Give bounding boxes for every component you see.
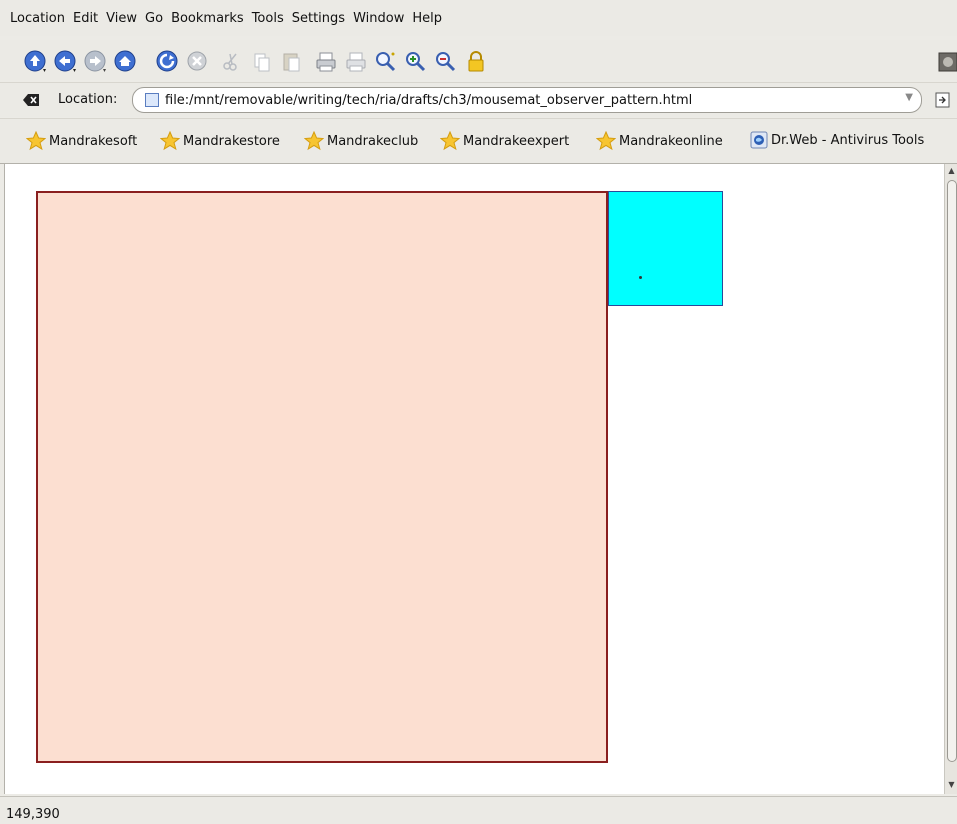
cut-icon[interactable]	[218, 48, 246, 76]
bookmark-mandrakestore[interactable]: Mandrakestore	[160, 131, 280, 151]
bookmark-mandrakesoft[interactable]: Mandrakesoft	[26, 131, 137, 151]
reload-icon[interactable]	[154, 48, 182, 76]
location-url[interactable]: file:/mnt/removable/writing/tech/ria/dra…	[165, 93, 692, 108]
cursor-dot	[639, 276, 642, 279]
home-icon[interactable]	[112, 48, 140, 76]
throbber-icon	[934, 48, 957, 76]
menu-location[interactable]: Location	[10, 11, 65, 26]
bookmark-drweb[interactable]: Dr.Web - Antivirus Tools	[750, 131, 924, 149]
zoom-in-icon[interactable]	[402, 48, 430, 76]
copy-icon[interactable]	[248, 48, 276, 76]
star-icon	[26, 131, 46, 151]
bookmark-mandrakeexpert[interactable]: Mandrakeexpert	[440, 131, 569, 151]
scroll-thumb[interactable]	[947, 180, 957, 762]
bookmark-label: Mandrakesoft	[49, 133, 138, 149]
back-icon[interactable]	[52, 48, 80, 76]
main-toolbar	[0, 40, 957, 80]
location-bar: Location: file:/mnt/removable/writing/te…	[0, 82, 957, 117]
globe-icon	[750, 131, 768, 149]
page-content	[4, 164, 945, 794]
print-icon[interactable]	[312, 48, 340, 76]
page-favicon-icon	[145, 93, 159, 107]
bookmark-label: Dr.Web - Antivirus Tools	[771, 132, 925, 148]
bookmark-mandrakeonline[interactable]: Mandrakeonline	[596, 131, 723, 151]
bookmarks-toolbar: Mandrakesoft Mandrakestore Mandrakeclub …	[0, 118, 957, 164]
scroll-down-icon[interactable]: ▼	[946, 780, 957, 790]
star-icon	[160, 131, 180, 151]
star-icon	[596, 131, 616, 151]
print-preview-icon[interactable]	[342, 48, 370, 76]
bookmark-label: Mandrakeexpert	[463, 133, 570, 149]
menu-settings[interactable]: Settings	[292, 11, 345, 26]
menu-edit[interactable]: Edit	[73, 11, 98, 26]
vertical-scrollbar[interactable]: ▲ ▼	[944, 164, 957, 794]
menu-bar: Location Edit View Go Bookmarks Tools Se…	[0, 0, 957, 36]
location-label: Location:	[58, 92, 118, 107]
find-icon[interactable]	[372, 48, 400, 76]
go-icon[interactable]	[935, 91, 951, 109]
bookmark-label: Mandrakeclub	[327, 133, 419, 149]
bookmark-label: Mandrakestore	[183, 133, 280, 149]
lock-icon[interactable]	[462, 48, 490, 76]
cursor-tracker-box	[608, 191, 723, 306]
paste-icon[interactable]	[278, 48, 306, 76]
menu-help[interactable]: Help	[412, 11, 442, 26]
stop-icon[interactable]	[184, 48, 212, 76]
status-bar: 149,390	[0, 796, 957, 824]
star-icon	[440, 131, 460, 151]
chevron-down-icon[interactable]: ▼	[905, 92, 913, 103]
zoom-out-icon[interactable]	[432, 48, 460, 76]
location-input[interactable]: file:/mnt/removable/writing/tech/ria/dra…	[132, 87, 922, 113]
menu-go[interactable]: Go	[145, 11, 163, 26]
clear-location-icon[interactable]	[22, 92, 40, 108]
menu-bookmarks[interactable]: Bookmarks	[171, 11, 244, 26]
menu-view[interactable]: View	[106, 11, 137, 26]
bookmark-label: Mandrakeonline	[619, 133, 723, 149]
status-text: 149,390	[6, 807, 60, 822]
up-icon[interactable]	[22, 48, 50, 76]
bookmark-mandrakeclub[interactable]: Mandrakeclub	[304, 131, 418, 151]
menu-window[interactable]: Window	[353, 11, 404, 26]
menu-tools[interactable]: Tools	[252, 11, 284, 26]
star-icon	[304, 131, 324, 151]
mousemat-area[interactable]	[36, 191, 608, 763]
forward-icon[interactable]	[82, 48, 110, 76]
scroll-up-icon[interactable]: ▲	[946, 166, 957, 176]
